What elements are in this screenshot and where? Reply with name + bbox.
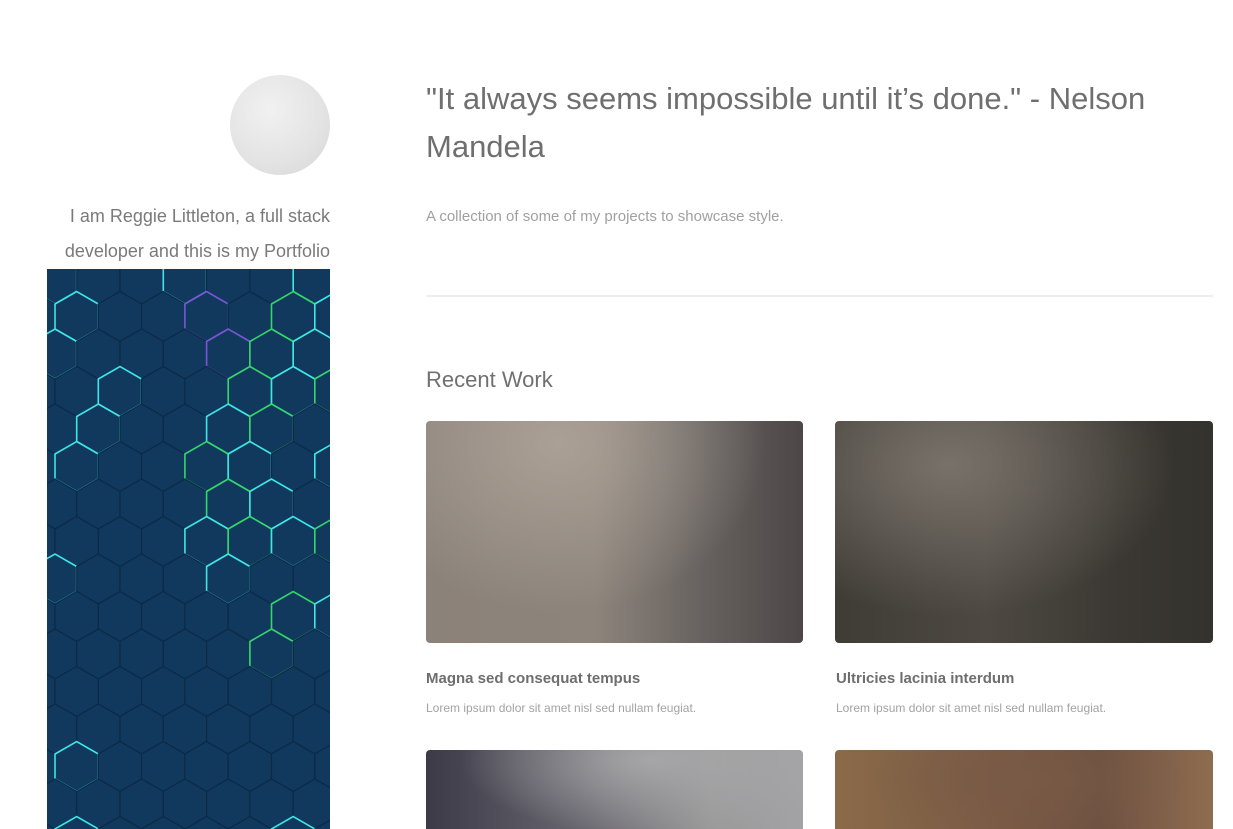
page-subtitle: A collection of some of my projects to s… (426, 208, 784, 225)
hexagon-banner-image (47, 269, 330, 829)
divider (426, 295, 1213, 297)
work-item-3-image[interactable] (426, 750, 803, 829)
recent-work-heading: Recent Work (426, 367, 553, 392)
work-item-2-image[interactable] (835, 421, 1213, 643)
sidebar: I am Reggie Littleton, a full stack deve… (0, 0, 346, 829)
work-item-1-title[interactable]: Magna sed consequat tempus (426, 669, 640, 689)
work-item-1-image[interactable] (426, 421, 803, 643)
portfolio-page: I am Reggie Littleton, a full stack deve… (0, 0, 1233, 829)
page-title-quote: "It always seems impossible until it’s d… (426, 81, 1146, 164)
bio-text: I am Reggie Littleton, a full stack deve… (64, 206, 330, 261)
hexagon-pattern (47, 269, 330, 829)
work-item-2-title[interactable]: Ultricies lacinia interdum (836, 669, 1014, 689)
work-item-4-image[interactable] (835, 750, 1213, 829)
work-item-1-description: Lorem ipsum dolor sit amet nisl sed null… (426, 701, 697, 715)
work-item-2-description: Lorem ipsum dolor sit amet nisl sed null… (836, 701, 1107, 715)
avatar (230, 75, 330, 175)
